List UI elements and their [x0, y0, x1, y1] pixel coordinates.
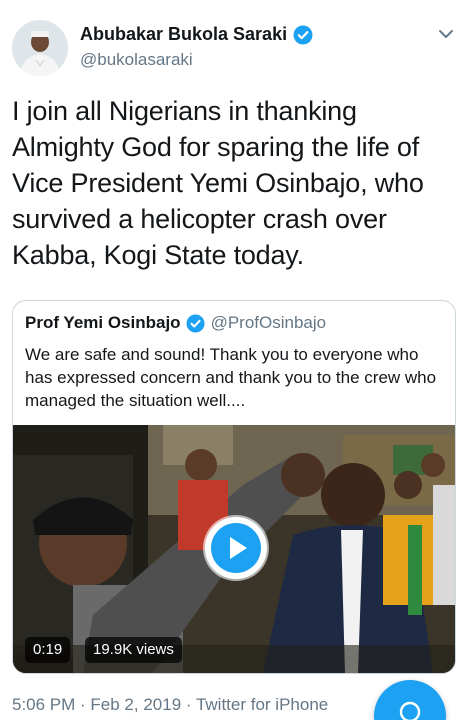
tweet-header: Abubakar Bukola Saraki @bukolasaraki: [0, 0, 468, 86]
play-icon: [211, 523, 261, 573]
author-name-row: Abubakar Bukola Saraki: [80, 24, 313, 45]
quoted-tweet-text: We are safe and sound! Thank you to ever…: [25, 345, 437, 410]
compose-icon: [399, 701, 421, 720]
video-duration: 0:19: [25, 637, 71, 663]
video-player[interactable]: 0:19 19.9K views: [13, 425, 455, 673]
author-avatar[interactable]: [12, 20, 68, 76]
play-button[interactable]: [205, 517, 267, 579]
verified-badge-icon: [293, 25, 313, 44]
video-views: 19.9K views: [85, 637, 182, 663]
quoted-tweet[interactable]: Prof Yemi Osinbajo @ProfOsinbajo We are …: [12, 300, 456, 674]
tweet-timestamp[interactable]: 5:06 PM · Feb 2, 2019 · Twitter for iPho…: [12, 695, 328, 715]
quoted-display-name: Prof Yemi Osinbajo: [25, 313, 181, 332]
chevron-down-icon[interactable]: [436, 24, 456, 44]
verified-badge-icon: [186, 313, 205, 333]
author-display-name[interactable]: Abubakar Bukola Saraki: [80, 24, 287, 45]
tweet-text: I join all Nigerians in thanking Almight…: [12, 96, 424, 270]
compose-button[interactable]: [374, 680, 446, 720]
quoted-tweet-header: Prof Yemi Osinbajo @ProfOsinbajo: [25, 313, 326, 333]
quoted-handle: @ProfOsinbajo: [210, 313, 327, 332]
author-handle[interactable]: @bukolasaraki: [80, 50, 193, 70]
